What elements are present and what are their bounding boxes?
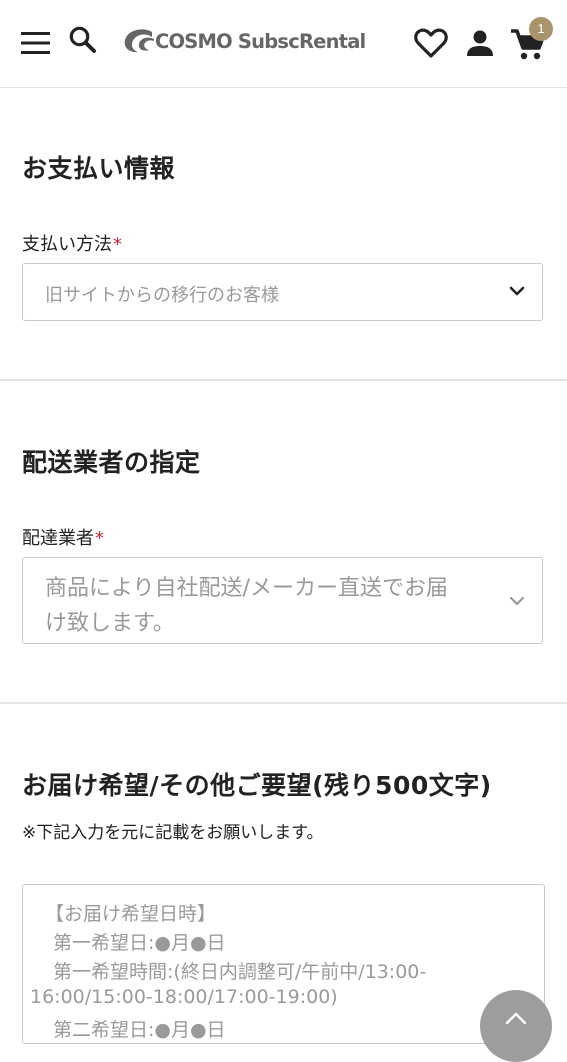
chevron-down-icon [509,286,525,296]
payment-section-title: お支払い情報 [22,154,176,183]
payment-method-label: 支払い方法* [22,230,122,256]
section-divider [0,379,567,381]
request-textarea[interactable]: 【お届け希望日時】 第一希望日:●月●日 第一希望時間:(終日内調整可/午前中/… [22,884,545,1044]
logo-mark-icon [124,29,154,53]
request-section-title: お届け希望/その他ご要望(残り500文字) [22,771,492,800]
placeholder-line: 16:00/15:00-18:00/17:00-19:00) [30,986,338,1008]
carrier-label-text: 配達業者 [22,528,94,549]
menu-icon[interactable] [20,29,52,57]
carrier-select[interactable]: 商品により自社配送/メーカー直送でお届 け致します。 [22,557,543,644]
placeholder-line: 【お届け希望日時】 [45,903,217,925]
request-note: ※下記入力を元に記載をお願いします。 [22,823,324,843]
account-icon[interactable] [464,27,496,59]
carrier-selected-line1: 商品により自社配送/メーカー直送でお届 [45,576,448,601]
placeholder-line: 第二希望日:●月●日 [53,1019,226,1041]
payment-method-select[interactable]: 旧サイトからの移行のお客様 [22,263,543,321]
logo-text: COSMO SubscRental [155,30,366,53]
placeholder-line: 第一希望時間:(終日内調整可/午前中/13:00- [53,961,427,983]
heart-icon[interactable] [413,26,449,60]
placeholder-line: 第一希望日:●月●日 [53,932,226,954]
site-logo[interactable]: COSMO SubscRental [122,24,392,60]
payment-method-selected-value: 旧サイトからの移行のお客様 [45,285,279,306]
payment-method-label-text: 支払い方法 [22,234,112,255]
cart-count-badge: 1 [529,17,553,41]
section-divider [0,702,567,704]
site-header: COSMO SubscRental 1 [0,0,567,88]
carrier-label: 配達業者* [22,524,104,550]
scroll-to-top-button[interactable] [480,990,552,1062]
carrier-selected-line2: け致します。 [45,611,175,636]
required-mark: * [95,528,104,549]
carrier-section-title: 配送業者の指定 [22,448,201,477]
required-mark: * [113,234,122,255]
search-icon[interactable] [67,24,99,56]
chevron-down-icon [509,596,525,606]
